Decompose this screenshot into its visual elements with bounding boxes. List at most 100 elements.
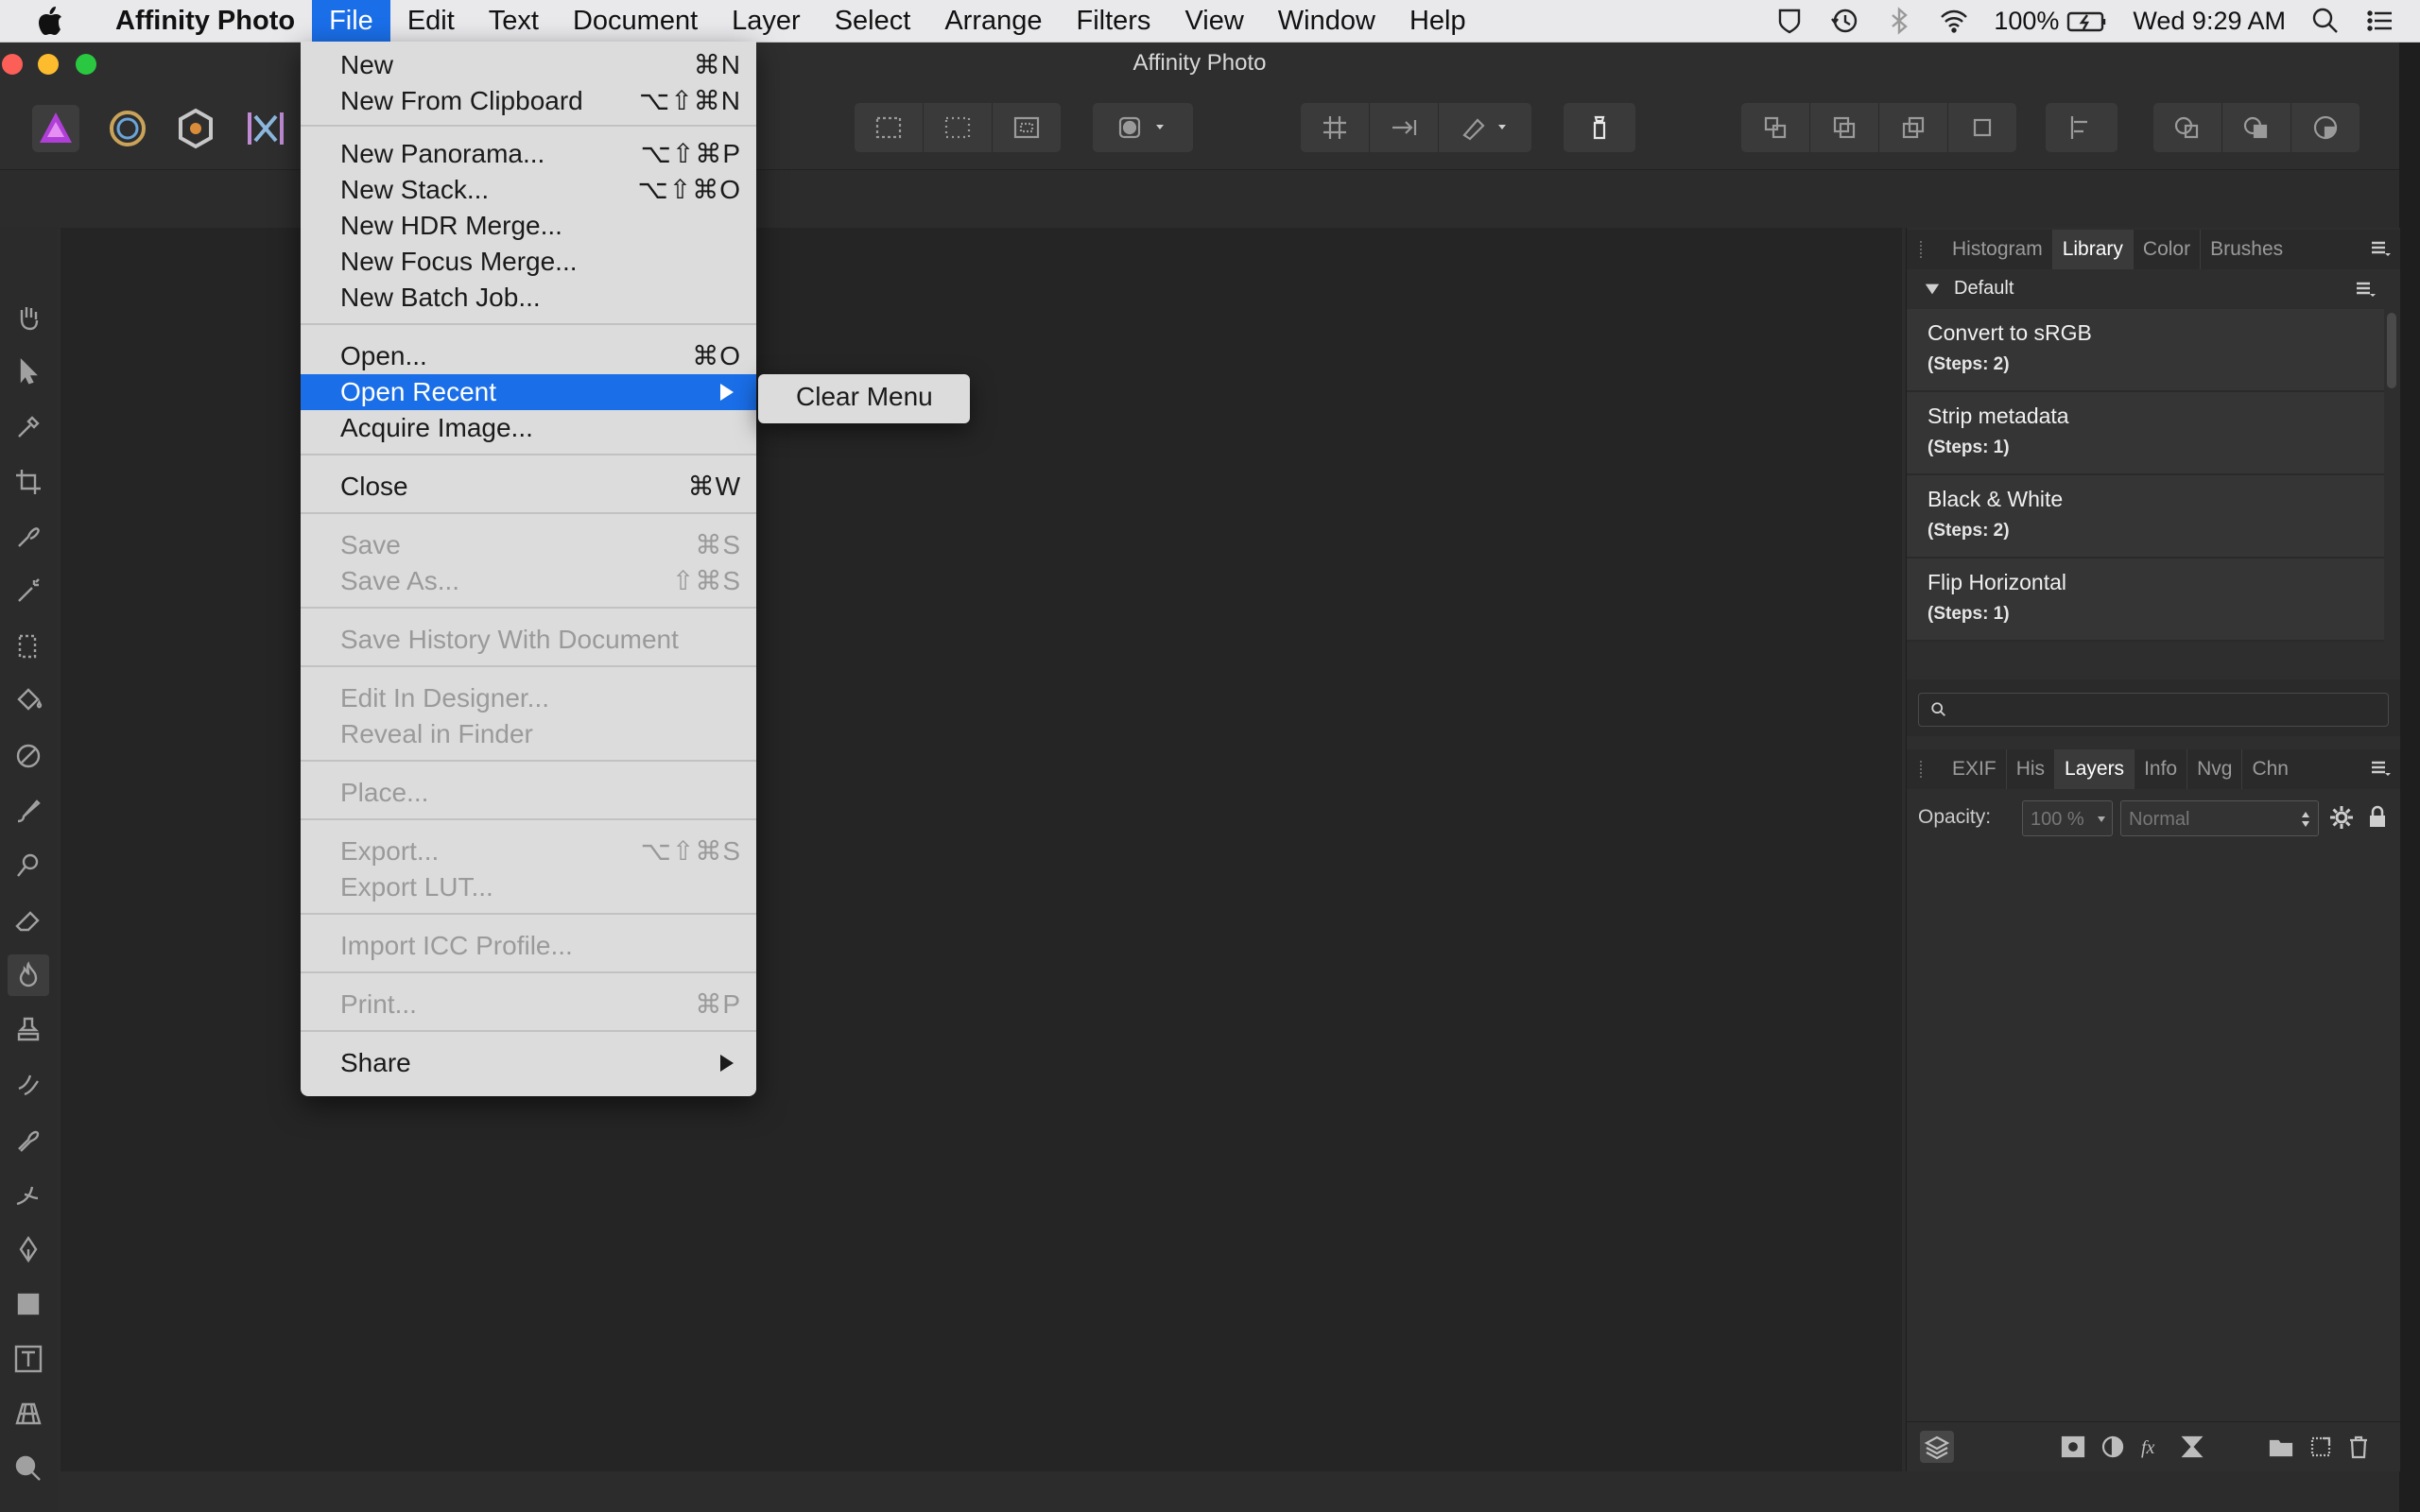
mesh-warp-tool[interactable] [8,1174,49,1215]
menu-item-new-hdr-merge[interactable]: New HDR Merge... [301,208,756,244]
tab-exif[interactable]: EXIF [1943,749,2007,789]
menu-item-reveal-in-finder[interactable]: Reveal in Finder [301,716,756,752]
menu-window[interactable]: Window [1261,0,1392,42]
gear-icon[interactable] [2328,804,2355,831]
tab-histogram[interactable]: Histogram [1943,230,2053,269]
menu-item-new-stack[interactable]: New Stack... ⌥⇧⌘O [301,172,756,208]
menu-item-acquire-image[interactable]: Acquire Image... [301,410,756,446]
menu-item-new-focus-merge[interactable]: New Focus Merge... [301,244,756,280]
assistant-button[interactable] [1564,103,1635,152]
tab-navigator[interactable]: Nvg [2187,749,2243,789]
text-tool[interactable] [8,1338,49,1380]
tab-library[interactable]: Library [2052,230,2134,269]
menu-text[interactable]: Text [472,0,556,42]
menu-document[interactable]: Document [556,0,715,42]
menu-select[interactable]: Select [818,0,928,42]
paint-brush-tool[interactable] [8,790,49,832]
layers-list[interactable] [1907,844,2400,1420]
apple-logo-icon[interactable] [36,5,64,37]
clock[interactable]: Wed 9:29 AM [2133,7,2286,36]
tab-channels[interactable]: Chn [2242,749,2298,789]
color-picker-tool[interactable] [8,406,49,448]
add-live-filter-button[interactable] [2179,1434,2205,1460]
menu-item-save[interactable]: Save ⌘S [301,527,756,563]
add-group-button[interactable] [2268,1434,2294,1460]
spotlight-search-icon[interactable] [2310,6,2341,36]
panel-grip-icon[interactable] [1920,761,1929,778]
add-pixel-layer-button[interactable] [2308,1434,2334,1460]
menu-item-edit-in-designer[interactable]: Edit In Designer... [301,680,756,716]
add-adjustment-button[interactable] [2100,1434,2126,1460]
add-shape-button[interactable] [2153,103,2222,152]
battery-charging-icon[interactable] [2066,6,2108,36]
blend-mode-select[interactable]: Normal [2120,800,2319,836]
layers-stack-button[interactable] [1920,1431,1954,1463]
category-menu-icon[interactable] [2355,280,2376,299]
tab-color[interactable]: Color [2134,230,2202,269]
library-search-input[interactable] [1918,693,2389,727]
move-tool[interactable] [8,352,49,393]
photo-persona-icon[interactable] [32,105,79,152]
gradient-tool[interactable] [8,735,49,777]
flood-select-tool[interactable] [8,571,49,612]
select-all-button[interactable] [855,103,924,152]
panel-menu-icon[interactable] [2370,239,2391,258]
menu-item-share[interactable]: Share [301,1045,756,1081]
crop-tool[interactable] [8,461,49,503]
menu-edit[interactable]: Edit [390,0,472,42]
menu-item-export-lut[interactable]: Export LUT... [301,869,756,905]
menu-item-new-panorama[interactable]: New Panorama... ⌥⇧⌘P [301,136,756,172]
healing-tool[interactable] [8,1064,49,1106]
quick-mask-button[interactable] [1093,103,1193,152]
menu-item-open-recent[interactable]: Open Recent [301,374,756,410]
disclosure-triangle-icon[interactable] [1924,281,1941,298]
menu-item-save-history[interactable]: Save History With Document [301,622,756,658]
align-button[interactable] [2046,103,2118,152]
menu-item-clear-menu[interactable]: Clear Menu [796,382,933,412]
menu-item-close[interactable]: Close ⌘W [301,469,756,505]
move-forward-button[interactable] [1879,103,1948,152]
menu-arrange[interactable]: Arrange [927,0,1059,42]
subtract-shape-button[interactable] [2222,103,2291,152]
clone-tool[interactable] [8,1009,49,1051]
tab-layers[interactable]: Layers [2055,749,2135,789]
menu-item-print[interactable]: Print... ⌘P [301,987,756,1022]
erase-tool[interactable] [8,900,49,941]
tab-history[interactable]: His [2007,749,2056,789]
menu-app-name[interactable]: Affinity Photo [98,0,312,42]
time-machine-icon[interactable] [1829,6,1859,36]
smudge-tool[interactable] [8,1119,49,1160]
menu-help[interactable]: Help [1392,0,1483,42]
menu-layer[interactable]: Layer [715,0,818,42]
menu-item-export[interactable]: Export... ⌥⇧⌘S [301,833,756,869]
panel-grip-icon[interactable] [1920,241,1929,258]
bring-to-front-button[interactable] [1948,103,2016,152]
delete-layer-button[interactable] [2345,1434,2372,1460]
menu-view[interactable]: View [1167,0,1260,42]
menu-item-new-batch-job[interactable]: New Batch Job... [301,280,756,316]
library-scrollbar[interactable] [2387,313,2396,388]
liquify-persona-icon[interactable] [104,105,151,152]
bluetooth-icon[interactable] [1884,6,1914,36]
wifi-icon[interactable] [1939,6,1969,36]
menu-filters[interactable]: Filters [1059,0,1167,42]
deselect-button[interactable] [924,103,993,152]
menu-item-place[interactable]: Place... [301,775,756,811]
view-tool[interactable] [8,297,49,338]
library-category-header[interactable]: Default [1907,271,2400,307]
pen-tool[interactable] [8,1228,49,1270]
menu-file[interactable]: File [312,0,390,42]
macro-item[interactable]: Convert to sRGB (Steps: 2) [1907,309,2384,392]
snapping-button[interactable] [1439,103,1531,152]
tab-brushes[interactable]: Brushes [2201,230,2292,269]
add-fx-button[interactable]: fx [2139,1434,2166,1460]
menu-item-new-from-clipboard[interactable]: New From Clipboard ⌥⇧⌘N [301,83,756,119]
menu-item-import-icc-profile[interactable]: Import ICC Profile... [301,928,756,964]
tone-mapping-persona-icon[interactable] [242,105,289,152]
grid-toggle-button[interactable] [1301,103,1370,152]
develop-persona-icon[interactable] [172,105,219,152]
selection-brush-tool[interactable] [8,516,49,558]
marquee-tool[interactable] [8,626,49,667]
menu-item-open[interactable]: Open... ⌘O [301,338,756,374]
shield-icon[interactable] [1774,6,1805,36]
